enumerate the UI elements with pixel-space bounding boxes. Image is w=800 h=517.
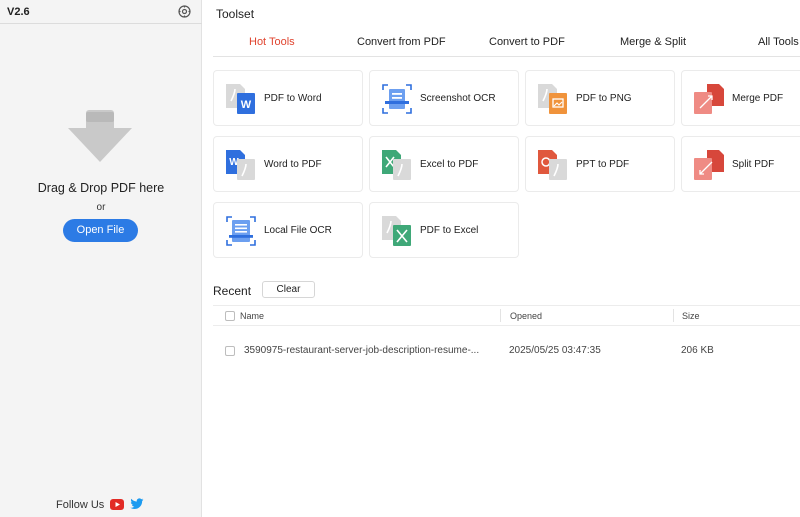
- tool-pdf-to-png[interactable]: PDF to PNG: [525, 70, 675, 126]
- drop-zone-text: Drag & Drop PDF here: [37, 181, 165, 195]
- or-text: or: [96, 202, 106, 213]
- tool-ppt-to-pdf[interactable]: PPT to PDF: [525, 136, 675, 192]
- download-arrow-icon: [68, 110, 132, 162]
- file-opened: 2025/05/25 03:47:35: [509, 345, 601, 356]
- tab-all-tools[interactable]: All Tools: [758, 36, 799, 48]
- tab-hot-tools[interactable]: Hot Tools: [249, 36, 295, 48]
- tool-label: Screenshot OCR: [420, 93, 496, 104]
- local-file-ocr-icon: [226, 216, 256, 246]
- recent-table-header: Name Opened Size: [213, 305, 800, 326]
- tool-label: PPT to PDF: [576, 159, 630, 170]
- tool-word-to-pdf[interactable]: W Word to PDF: [213, 136, 363, 192]
- version-bar: V2.6: [0, 0, 202, 24]
- tab-convert-from-pdf[interactable]: Convert from PDF: [357, 36, 446, 48]
- tab-convert-to-pdf[interactable]: Convert to PDF: [489, 36, 565, 48]
- tool-screenshot-ocr[interactable]: Screenshot OCR: [369, 70, 519, 126]
- recent-title: Recent: [213, 284, 252, 298]
- column-divider[interactable]: [500, 309, 501, 322]
- tool-label: Word to PDF: [264, 159, 322, 170]
- app-version: V2.6: [7, 6, 30, 18]
- open-file-button[interactable]: Open File: [63, 219, 138, 242]
- table-row[interactable]: 3590975-restaurant-server-job-descriptio…: [213, 338, 800, 364]
- ppt-to-pdf-icon: [538, 150, 567, 180]
- pdf-to-word-icon: W: [226, 84, 255, 114]
- excel-to-pdf-icon: [382, 150, 411, 180]
- settings-icon[interactable]: [178, 5, 191, 18]
- tool-split-pdf[interactable]: Split PDF: [681, 136, 800, 192]
- pdf-to-excel-icon: [382, 216, 411, 246]
- tool-excel-to-pdf[interactable]: Excel to PDF: [369, 136, 519, 192]
- tool-label: PDF to Word: [264, 93, 322, 104]
- tool-pdf-to-word[interactable]: W PDF to Word: [213, 70, 363, 126]
- file-name: 3590975-restaurant-server-job-descriptio…: [244, 345, 480, 356]
- word-to-pdf-icon: W: [226, 150, 255, 180]
- tab-merge-split[interactable]: Merge & Split: [620, 36, 686, 48]
- clear-button[interactable]: Clear: [262, 281, 315, 298]
- tool-label: PDF to PNG: [576, 93, 632, 104]
- select-all-checkbox[interactable]: [225, 311, 235, 321]
- tool-pdf-to-excel[interactable]: PDF to Excel: [369, 202, 519, 258]
- screenshot-ocr-icon: [382, 84, 412, 114]
- tool-label: Local File OCR: [264, 225, 332, 236]
- youtube-icon[interactable]: [110, 499, 124, 510]
- svg-text:W: W: [241, 99, 252, 111]
- tool-label: Split PDF: [732, 159, 775, 170]
- follow-us-label: Follow Us: [56, 499, 105, 511]
- column-size[interactable]: Size: [682, 311, 700, 321]
- column-name[interactable]: Name: [240, 311, 264, 321]
- row-checkbox[interactable]: [225, 346, 235, 356]
- sidebar: V2.6 Drag & Drop PDF here or Open File F…: [0, 0, 202, 517]
- tool-label: Merge PDF: [732, 93, 784, 104]
- pdf-to-png-icon: [538, 84, 567, 114]
- tool-local-file-ocr[interactable]: Local File OCR: [213, 202, 363, 258]
- twitter-icon[interactable]: [130, 498, 144, 510]
- merge-pdf-icon: [694, 84, 724, 114]
- tool-label: Excel to PDF: [420, 159, 479, 170]
- tool-label: PDF to Excel: [420, 225, 479, 236]
- split-pdf-icon: [694, 150, 724, 180]
- file-size: 206 KB: [681, 345, 714, 356]
- toolset-title: Toolset: [216, 7, 255, 21]
- column-divider[interactable]: [673, 309, 674, 322]
- column-opened[interactable]: Opened: [510, 311, 542, 321]
- tool-merge-pdf[interactable]: Merge PDF: [681, 70, 800, 126]
- tool-tabs: Hot Tools Convert from PDF Convert to PD…: [213, 30, 800, 57]
